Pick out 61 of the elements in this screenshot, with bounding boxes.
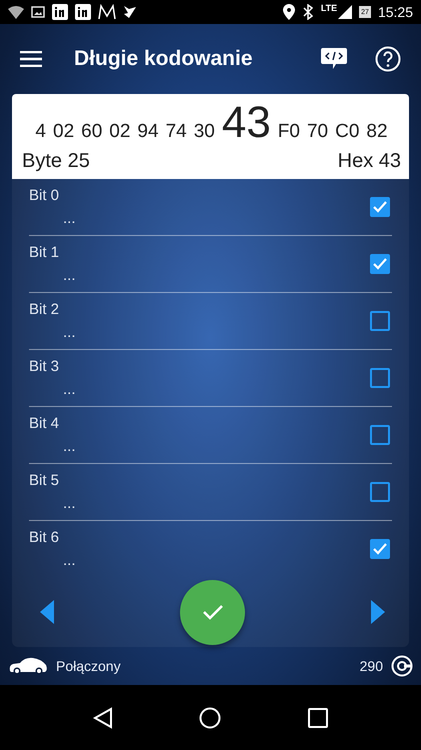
byte-value: 82 bbox=[366, 121, 388, 143]
bit-label: Bit 0 bbox=[29, 187, 60, 204]
network-type: LTE bbox=[320, 3, 338, 13]
bit-description: ... bbox=[63, 210, 77, 227]
bit-checkbox[interactable] bbox=[370, 539, 390, 559]
image-icon bbox=[31, 6, 45, 18]
app-icon bbox=[75, 4, 91, 20]
code-icon[interactable] bbox=[321, 47, 347, 71]
bit-label: Bit 5 bbox=[29, 472, 60, 489]
coin-icon bbox=[391, 655, 413, 677]
byte-value: 02 bbox=[109, 121, 130, 143]
bit-checkbox[interactable] bbox=[370, 482, 390, 502]
bit-description: ... bbox=[63, 381, 77, 398]
connection-status: Połączony bbox=[56, 658, 121, 674]
signal-icon bbox=[338, 5, 352, 19]
bit-description: ... bbox=[63, 267, 77, 284]
check-icon bbox=[202, 604, 224, 620]
next-icon[interactable] bbox=[371, 600, 385, 624]
byte-value: 4 bbox=[35, 121, 46, 143]
help-icon[interactable] bbox=[375, 46, 401, 72]
check-icon bbox=[123, 5, 137, 19]
byte-index: Byte 25 bbox=[22, 150, 90, 173]
byte-value: 60 bbox=[81, 121, 102, 143]
byte-value: 43 bbox=[222, 98, 271, 148]
bit-checkbox[interactable] bbox=[370, 254, 390, 274]
wifi-icon bbox=[8, 6, 24, 18]
bit-checkbox[interactable] bbox=[370, 425, 390, 445]
home-icon[interactable] bbox=[199, 706, 222, 728]
bit-checkbox[interactable] bbox=[370, 311, 390, 331]
bit-description: ... bbox=[63, 495, 77, 512]
bit-label: Bit 3 bbox=[29, 358, 60, 375]
bit-label: Bit 1 bbox=[29, 244, 60, 261]
bit-description: ... bbox=[63, 324, 77, 341]
byte-value: 02 bbox=[53, 121, 74, 143]
byte-value: F0 bbox=[278, 121, 300, 143]
bit-description: ... bbox=[63, 552, 77, 569]
bit-checkbox[interactable] bbox=[370, 368, 390, 388]
bluetooth-icon bbox=[302, 4, 314, 20]
byte-value: C0 bbox=[335, 121, 360, 143]
screen-title: Długie kodowanie bbox=[74, 47, 254, 71]
menu-icon[interactable] bbox=[20, 51, 42, 67]
confirm-button[interactable] bbox=[180, 580, 245, 644]
bit-checkbox[interactable] bbox=[370, 197, 390, 217]
recents-icon[interactable] bbox=[308, 708, 328, 728]
counter: 290 bbox=[360, 658, 383, 674]
app-icon bbox=[52, 4, 68, 20]
byte-value: 70 bbox=[306, 121, 328, 143]
previous-icon[interactable] bbox=[40, 600, 54, 624]
bit-label: Bit 6 bbox=[29, 529, 60, 546]
bit-description: ... bbox=[63, 438, 77, 455]
clock: 15:25 bbox=[378, 4, 413, 20]
byte-value: 94 bbox=[137, 121, 159, 143]
back-icon[interactable] bbox=[93, 706, 114, 728]
car-icon bbox=[8, 656, 48, 676]
bit-label: Bit 2 bbox=[29, 301, 60, 318]
byte-value: 74 bbox=[166, 121, 187, 143]
hex-value: Hex 43 bbox=[338, 150, 401, 173]
bit-label: Bit 4 bbox=[29, 415, 60, 432]
location-icon bbox=[282, 4, 295, 20]
byte-value: 30 bbox=[194, 121, 215, 143]
mail-icon bbox=[98, 4, 116, 20]
